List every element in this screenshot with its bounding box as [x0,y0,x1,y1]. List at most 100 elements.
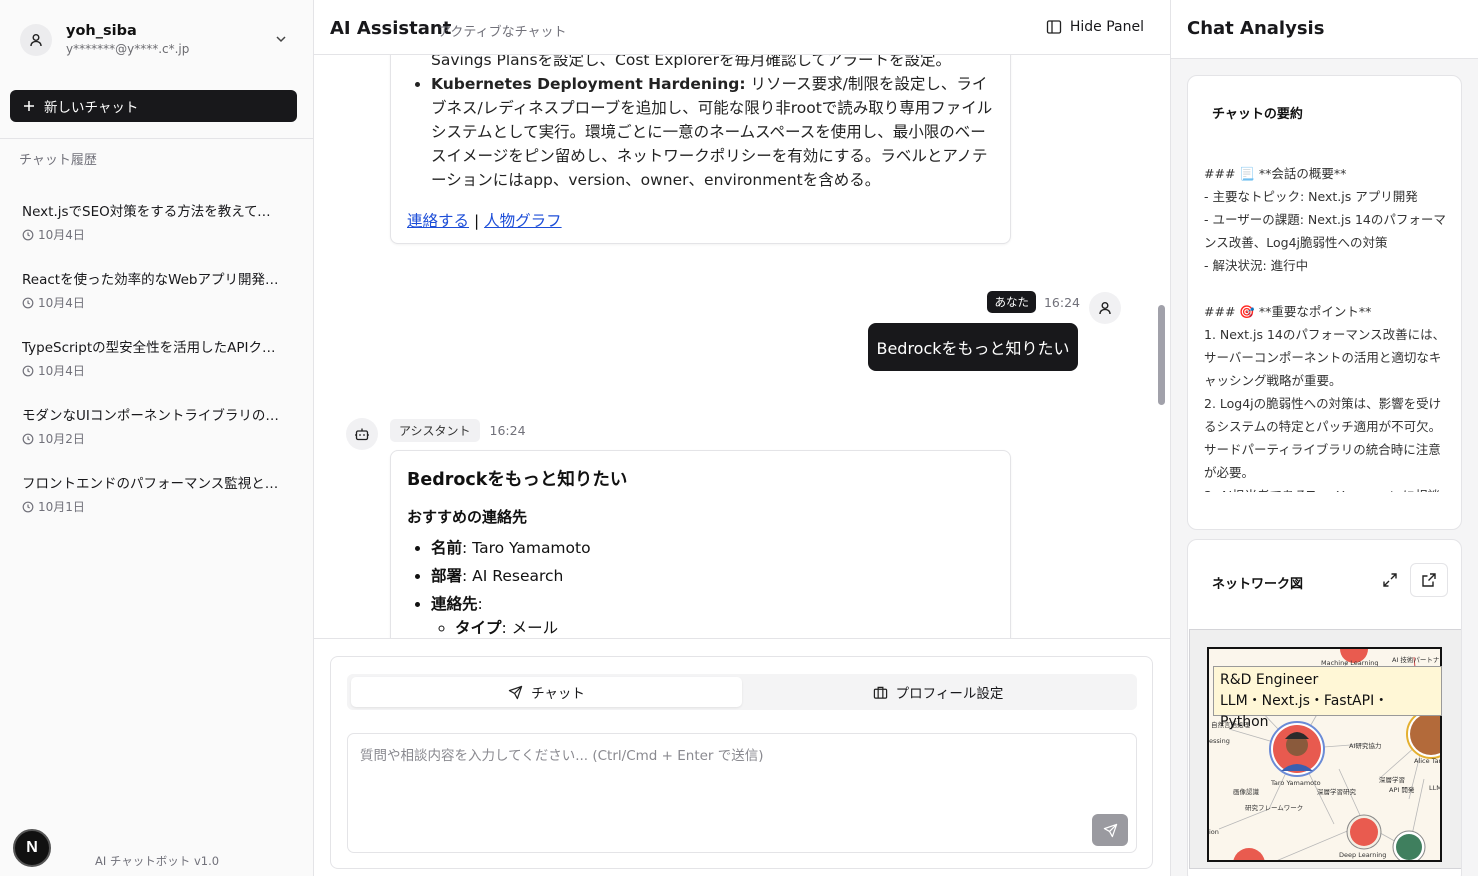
app-version: AI チャットボット v1.0 [95,854,220,868]
you-badge: あなた [987,291,1036,313]
clock-icon [22,229,34,240]
send-icon [1103,823,1117,837]
person-graph-link[interactable]: 人物グラフ [484,212,562,230]
graph-label: 画像認識 [1233,788,1259,796]
clock-icon [22,297,34,308]
tab-chat-label: チャット [531,686,585,702]
send-icon [508,685,523,699]
new-chat-button[interactable]: 新しいチャット [10,90,297,122]
message-time: 16:24 [489,423,526,438]
link-separator: | [469,212,485,230]
message-list: Savings Plansを設定し、Cost Explorerを毎月確認してアラ… [314,55,1170,638]
composer-area: チャット プロフィール設定 [314,638,1170,876]
user-name: yoh_siba [66,23,137,39]
history-item[interactable]: Reactを使った効率的なWebアプリ開発の… 10月4日 [22,268,292,336]
history-item-title: Reactを使った効率的なWebアプリ開発の… [22,272,284,288]
history-item[interactable]: Next.jsでSEO対策をする方法を教えてく… 10月4日 [22,200,292,268]
plus-icon [24,101,34,111]
graph-label: Deep Learning [1339,851,1387,859]
list-item: タイプ: メール [455,618,967,638]
composer-tabs: チャット プロフィール設定 [347,674,1137,710]
list-item: 部署: AI Research [431,562,967,590]
assistant-message-card: Bedrockをもっと知りたい おすすめの連絡先 名前: Taro Yamamo… [390,450,1011,638]
send-button[interactable] [1092,814,1128,846]
field-label: 部署 [431,567,463,585]
network-title: ネットワーク図 [1212,577,1304,592]
message-input[interactable] [347,733,1137,853]
summary-text[interactable]: ### 📃 **会話の概要** - 主要なトピック: Next.js アプリ開発… [1204,162,1452,492]
node-tooltip: R&D Engineer LLM・Next.js・FastAPI・Python [1213,666,1442,730]
graph-label: ion [1209,828,1219,836]
history-item-date: 10月4日 [38,228,85,242]
history-item[interactable]: モダンなUIコンポーネントライブラリの選… 10月2日 [22,404,292,472]
graph-label: API 開発 [1389,786,1415,794]
external-link-icon [1422,573,1436,587]
user-message-bubble: Bedrockをもっと知りたい [868,323,1078,371]
message-scrollbar[interactable] [1158,305,1165,405]
user-avatar-icon [20,24,52,56]
message-time: 16:24 [1043,294,1080,310]
graph-label: essing [1209,737,1230,745]
field-value: : メール [501,619,559,637]
expand-icon[interactable] [1378,568,1402,592]
assistant-message-card: Savings Plansを設定し、Cost Explorerを毎月確認してアラ… [390,55,1011,244]
clock-icon [22,433,34,444]
page-subtitle: アクティブなチャット [438,25,567,40]
graph-label: Taro Yamamoto [1271,779,1321,787]
new-chat-label: 新しいチャット [44,100,139,116]
nextjs-logo-icon[interactable]: N [13,829,51,867]
user-message-meta: あなた 16:24 [987,291,1080,313]
summary-card: チャットの要約 ### 📃 **会話の概要** - 主要なトピック: Next.… [1187,75,1462,530]
list-item: Kubernetes Deployment Hardening: リソース要求/… [431,72,997,192]
open-external-button[interactable] [1410,563,1448,597]
field-colon: : [477,595,483,613]
user-avatar-icon [1089,292,1121,324]
assistant-badge: アシスタント [390,419,480,442]
clock-icon [22,501,34,512]
tab-profile[interactable]: プロフィール設定 [743,677,1133,707]
panel-icon [1046,20,1062,34]
contact-link[interactable]: 連絡する [407,212,469,230]
message-text: Savings Plansを設定し、Cost Explorerを毎月確認してアラ… [431,55,951,69]
composer: チャット プロフィール設定 [330,656,1153,869]
panel-title: Chat Analysis [1187,18,1325,39]
history-item[interactable]: フロントエンドのパフォーマンス監視とデ… 10月1日 [22,472,292,540]
history-item[interactable]: TypeScriptの型安全性を活用したAPIクラ… 10月4日 [22,336,292,404]
history-list: Next.jsでSEO対策をする方法を教えてく… 10月4日 Reactを使った… [22,200,292,540]
network-card: ネットワーク図 Machine Learning AI 技術パートナー 自然言語… [1187,539,1462,876]
hide-panel-button[interactable]: Hide Panel [1046,19,1144,35]
hide-panel-label: Hide Panel [1069,19,1144,35]
list-item: 名前: Taro Yamamoto [431,534,967,562]
field-label: 連絡先 [431,595,478,613]
briefcase-icon [873,686,887,699]
history-item-date: 10月2日 [38,432,85,446]
graph-label: Alice Tana [1414,757,1440,765]
field-label: タイプ [455,619,502,637]
item-heading: Kubernetes Deployment Hardening: [431,75,746,93]
assistant-message-meta: アシスタント 16:24 [390,419,526,442]
bot-icon [346,418,378,450]
tooltip-role: R&D Engineer [1220,672,1319,688]
user-email: y*******@y****.c*.jp [66,42,190,56]
chevron-down-icon[interactable] [274,32,288,50]
history-item-title: TypeScriptの型安全性を活用したAPIクラ… [22,340,284,356]
network-frame[interactable]: Machine Learning AI 技術パートナー 自然言語処理 essin… [1189,629,1461,869]
history-item-title: モダンなUIコンポーネントライブラリの選… [22,408,284,424]
sidebar: yoh_siba y*******@y****.c*.jp 新しいチャット チャ… [0,0,314,876]
page-title: AI Assistant [330,18,452,39]
history-item-title: フロントエンドのパフォーマンス監視とデ… [22,476,284,492]
graph-label: AI研究協力 [1349,742,1382,750]
panel-header: Chat Analysis [1171,0,1478,59]
history-item-date: 10月4日 [38,296,85,310]
graph-label: 深層学習研究 [1317,788,1356,796]
tab-chat[interactable]: チャット [351,677,742,707]
list-item: 連絡先: タイプ: メール [431,590,967,638]
top-bar: AI Assistant アクティブなチャット Hide Panel [314,0,1170,55]
message-subheading: おすすめの連絡先 [407,508,528,526]
divider [0,138,313,139]
graph-label: LLM [1429,784,1442,792]
tooltip-skills: LLM・Next.js・FastAPI・Python [1220,693,1389,730]
clock-icon [22,365,34,376]
graph-label: AI 技術パートナー [1392,656,1442,664]
user-menu[interactable]: yoh_siba y*******@y****.c*.jp [20,22,296,58]
